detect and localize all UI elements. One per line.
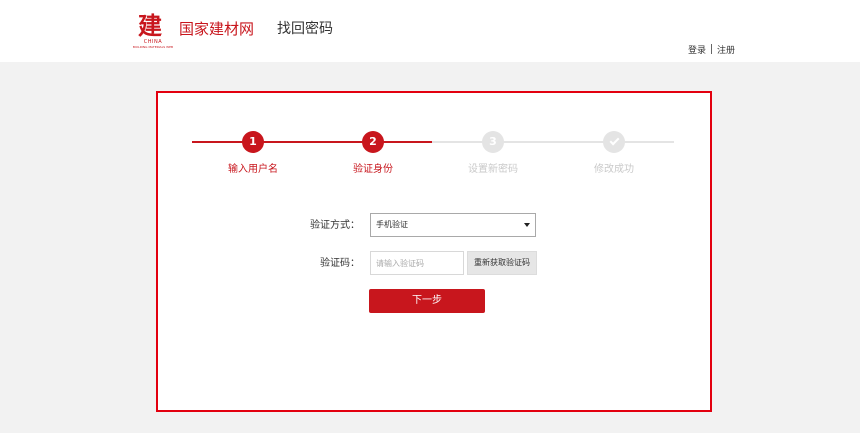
step-1-circle: 1 xyxy=(242,131,264,153)
site-logo[interactable]: 建 CHINA BUILDING MATERIALS WEB xyxy=(130,14,176,50)
divider xyxy=(711,44,713,54)
password-recovery-panel: 1 2 3 输入用户名 验证身份 设置新密码 修改成功 验证方式： 手机验证 验… xyxy=(156,91,712,412)
step-1-label: 输入用户名 xyxy=(228,164,278,175)
verify-code-input[interactable] xyxy=(370,251,464,275)
step-4-label: 修改成功 xyxy=(594,164,634,175)
logo-subtext: BUILDING MATERIALS WEB xyxy=(132,45,174,49)
auth-links: 登录 注册 xyxy=(688,44,735,57)
step-2-circle: 2 xyxy=(362,131,384,153)
step-4-circle xyxy=(603,131,625,153)
step-2-label: 验证身份 xyxy=(353,164,393,175)
site-name[interactable]: 国家建材网 xyxy=(179,19,254,39)
step-3-label: 设置新密码 xyxy=(468,164,518,175)
page-title: 找回密码 xyxy=(277,21,333,37)
step-line-segment xyxy=(432,141,674,143)
verify-method-label: 验证方式： xyxy=(310,220,360,231)
verify-method-select[interactable]: 手机验证 xyxy=(370,213,536,237)
logo-glyph: 建 xyxy=(138,11,162,40)
step-3-circle: 3 xyxy=(482,131,504,153)
next-step-button[interactable]: 下一步 xyxy=(369,289,485,313)
header: 建 CHINA BUILDING MATERIALS WEB 国家建材网 找回密… xyxy=(0,0,860,62)
resend-code-button[interactable]: 重新获取验证码 xyxy=(467,251,537,275)
verify-code-label: 验证码： xyxy=(320,258,360,269)
login-link[interactable]: 登录 xyxy=(688,46,706,56)
check-icon xyxy=(609,135,619,146)
dropdown-arrow-icon xyxy=(524,223,530,227)
step-line-segment xyxy=(192,141,432,143)
verify-method-value: 手机验证 xyxy=(376,220,408,229)
register-link[interactable]: 注册 xyxy=(717,46,735,56)
